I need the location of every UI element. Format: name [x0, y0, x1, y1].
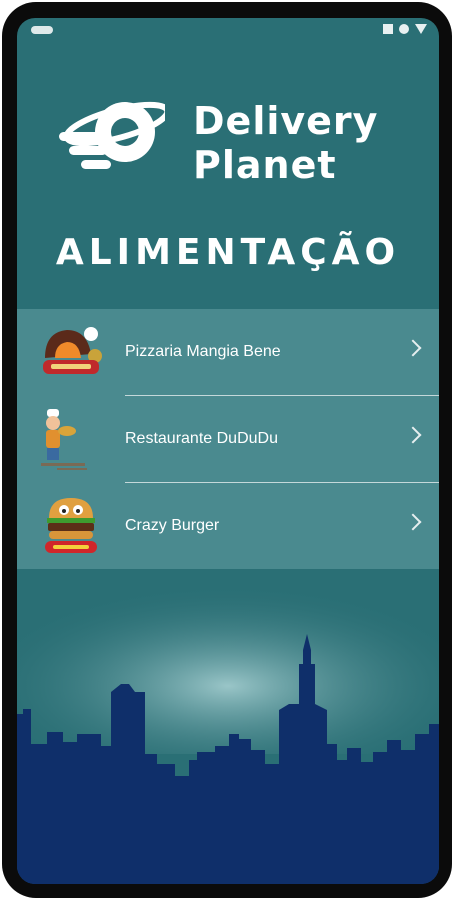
- circle-status-icon: [399, 24, 409, 34]
- chevron-right-icon[interactable]: [404, 426, 422, 444]
- chef-logo-icon: [41, 409, 87, 470]
- triangle-status-icon: [415, 24, 427, 34]
- phone-frame: Delivery Planet ALIMENTAÇÃO Pizzaria Man…: [2, 2, 452, 898]
- brand-line-2: Planet: [193, 143, 337, 187]
- burger-logo-icon: [45, 498, 97, 553]
- pizzeria-logo-icon: [43, 327, 102, 374]
- restaurant-name: Crazy Burger: [125, 517, 220, 534]
- system-status-icons: [383, 24, 427, 34]
- chevron-right-icon[interactable]: [404, 339, 422, 357]
- planet-logo-icon: [59, 101, 165, 169]
- list-item-crazy-burger[interactable]: Crazy Burger: [17, 483, 439, 569]
- status-bar: [17, 18, 439, 42]
- restaurant-list: Pizzaria Mangia Bene Restaurante DuDuDu: [17, 309, 439, 569]
- list-item-dududu[interactable]: Restaurante DuDuDu: [17, 396, 439, 482]
- list-item-pizzaria[interactable]: Pizzaria Mangia Bene: [17, 309, 439, 395]
- restaurant-name: Pizzaria Mangia Bene: [125, 343, 281, 360]
- brand-line-1: Delivery: [193, 99, 379, 143]
- brand-name: Delivery Planet: [193, 102, 378, 184]
- chevron-right-icon[interactable]: [404, 513, 422, 531]
- app-screen: Delivery Planet ALIMENTAÇÃO Pizzaria Man…: [17, 18, 439, 884]
- city-skyline-image: [17, 584, 439, 884]
- notification-pill-icon: [31, 26, 53, 34]
- restaurant-name: Restaurante DuDuDu: [125, 430, 278, 447]
- page-title: ALIMENTAÇÃO: [55, 232, 401, 273]
- square-status-icon: [383, 24, 393, 34]
